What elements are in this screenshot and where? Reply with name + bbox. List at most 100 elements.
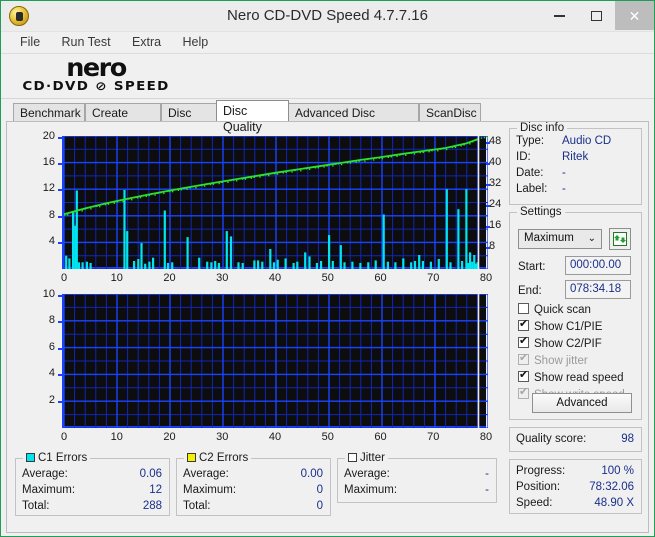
nero-cd-dvd-speed-window: Nero CD-DVD Speed 4.7.7.16 ✕ File Run Te…	[0, 0, 655, 537]
progress-label: Progress:	[516, 465, 566, 477]
checkbox-label: Show jitter	[534, 355, 588, 367]
scan-start-input[interactable]: 000:00.00	[565, 256, 631, 275]
refresh-speed-icon	[613, 232, 627, 246]
minimize-icon	[554, 14, 565, 17]
checkbox-icon	[518, 334, 529, 348]
y-tick-label: 4	[48, 367, 55, 380]
y2-tick-mark	[486, 226, 490, 229]
position-label: Position:	[516, 481, 561, 493]
x-tick-label: 40	[268, 272, 282, 284]
menu-item-help[interactable]: Help	[173, 32, 217, 52]
menu-item-extra[interactable]: Extra	[123, 32, 170, 52]
c2-errors-chart: 2 4 6 8 10 0 10 20 30 40 50 60 70 80	[15, 286, 501, 451]
checkbox-icon	[518, 351, 529, 365]
c1-total-value: 288	[142, 500, 162, 512]
y-tick-label: 16	[42, 156, 55, 169]
y-tick-mark	[58, 321, 62, 324]
y-tick-mark	[58, 295, 62, 297]
jitter-stats-legend: Jitter	[345, 452, 388, 464]
y-tick-mark	[58, 400, 62, 403]
x-tick-label: 80	[479, 272, 493, 284]
x-tick-label: 0	[60, 431, 68, 443]
x-tick-label: 20	[163, 272, 176, 284]
tab-advanced-disc-quality[interactable]: Advanced Disc Quality	[288, 103, 419, 136]
refresh-speed-button[interactable]	[609, 228, 631, 250]
y-tick-label: 8	[48, 314, 55, 327]
x-tick-label: 30	[216, 431, 229, 443]
c1-total-label: Total:	[22, 500, 50, 512]
x-tick-label: 60	[374, 272, 387, 284]
checkbox-quick-scan[interactable]: Quick scan	[518, 303, 591, 316]
close-button[interactable]: ✕	[615, 1, 654, 30]
disc-info-group: Disc info Type: Audio CD ID: Ritek Date:…	[509, 122, 642, 205]
x-tick-label: 70	[427, 272, 440, 284]
logo-brand-text: nero	[66, 53, 127, 82]
progress-value: 100 %	[601, 465, 634, 477]
progress-group: Progress: 100 % Position: 78:32.06 Speed…	[509, 459, 642, 514]
checkbox-show-c2-pif[interactable]: Show C2/PIF	[518, 334, 602, 350]
toolbar: nero CD·DVD ⊘ SPEED [2:1] ATAPI iHAS224 …	[1, 53, 654, 138]
chevron-down-icon: ⌄	[587, 233, 596, 244]
scan-end-input[interactable]: 078:34.18	[565, 280, 631, 299]
c2-color-swatch	[187, 453, 196, 462]
disc-type-value: Audio CD	[562, 135, 612, 147]
tab-create-disc[interactable]: Create Disc	[85, 103, 161, 136]
jitter-stats-group: Jitter Average: - Maximum: -	[337, 452, 497, 503]
c1-errors-stats-group: C1 Errors Average: 0.06 Maximum: 12 Tota…	[15, 452, 170, 516]
settings-legend: Settings	[517, 206, 565, 218]
close-icon: ✕	[628, 7, 641, 24]
quality-score-group: Quality score: 98	[509, 427, 642, 452]
checkbox-label: Show read speed	[534, 372, 624, 384]
checkbox-icon	[518, 317, 529, 331]
y-tick-label: 10	[42, 288, 55, 300]
checkbox-icon	[518, 303, 529, 314]
y-tick-mark	[58, 163, 62, 166]
tab-disc-info[interactable]: Disc Info	[161, 103, 219, 136]
jitter-maximum-value: -	[485, 484, 489, 496]
disc-id-value: Ritek	[562, 151, 589, 163]
checkbox-show-c1-pie[interactable]: Show C1/PIE	[518, 317, 602, 333]
y-tick-mark	[58, 347, 62, 350]
menu-item-run-test[interactable]: Run Test	[53, 32, 120, 52]
nero-logo: nero CD·DVD ⊘ SPEED	[21, 53, 171, 98]
c1-maximum-value: 12	[149, 484, 162, 496]
x-tick-label: 50	[321, 431, 334, 443]
checkbox-show-read-speed[interactable]: Show read speed	[518, 368, 624, 384]
c1-maximum-label: Maximum:	[22, 484, 76, 496]
c2-total-label: Total:	[183, 500, 211, 512]
x-tick-label: 80	[479, 431, 493, 443]
c2-maximum-value: 0	[316, 484, 323, 496]
c1-average-value: 0.06	[139, 468, 162, 480]
y-tick-mark	[58, 374, 62, 377]
tab-benchmark[interactable]: Benchmark	[13, 103, 85, 121]
tab-strip: Benchmark Create Disc Disc Info Disc Qua…	[1, 99, 654, 136]
x-tick-label: 60	[374, 431, 387, 443]
speed-select[interactable]: Maximum ⌄	[518, 229, 602, 249]
tab-disc-quality[interactable]: Disc Quality	[216, 100, 289, 134]
x-tick-label: 30	[216, 272, 229, 284]
advanced-button[interactable]: Advanced	[532, 393, 632, 413]
x-tick-label: 10	[110, 431, 123, 443]
y-tick-label: 20	[42, 130, 55, 142]
quality-score-label: Quality score:	[516, 433, 587, 445]
maximize-button[interactable]	[578, 1, 615, 30]
y2-tick-mark	[486, 205, 490, 208]
disc-type-label: Type:	[516, 135, 545, 147]
disc-date-value: -	[562, 167, 566, 179]
y-tick-label: 8	[48, 208, 55, 221]
checkbox-label: Quick scan	[534, 304, 591, 316]
scan-start-label: Start:	[518, 261, 546, 273]
c2-errors-stats-group: C2 Errors Average: 0.00 Maximum: 0 Total…	[176, 452, 331, 516]
c2-plot-area	[62, 294, 488, 428]
x-tick-label: 20	[163, 431, 176, 443]
disc-id-label: ID:	[516, 151, 531, 163]
disc-info-legend: Disc info	[517, 122, 568, 134]
tab-scandisc[interactable]: ScanDisc	[419, 103, 481, 121]
c1-stats-legend: C1 Errors	[23, 452, 91, 464]
c2-average-value: 0.00	[300, 468, 323, 480]
c2-stats-legend: C2 Errors	[184, 452, 252, 464]
x-tick-label: 70	[427, 431, 440, 443]
menu-item-file[interactable]: File	[11, 32, 49, 52]
y-tick-label: 2	[48, 393, 55, 406]
minimize-button[interactable]	[541, 1, 578, 30]
